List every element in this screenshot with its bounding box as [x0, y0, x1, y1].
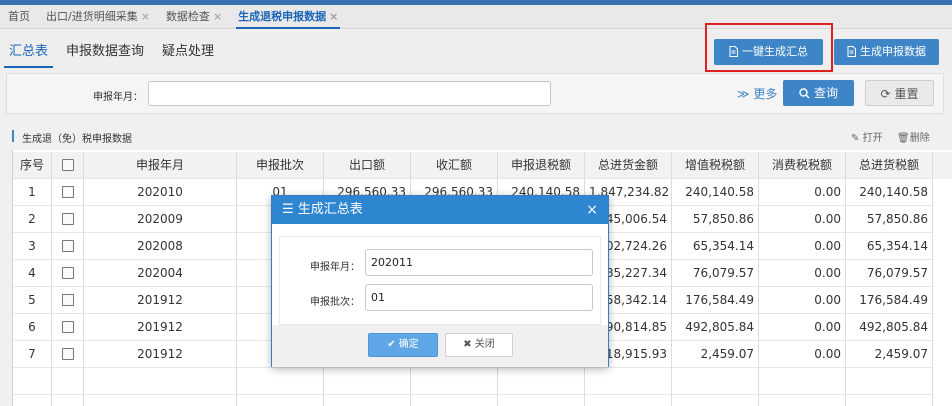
batch-field[interactable]: 01: [365, 284, 593, 311]
year-month-field[interactable]: 202011: [365, 249, 593, 276]
close-button[interactable]: ✖ 关闭: [445, 333, 513, 357]
button-label: 关闭: [474, 339, 495, 350]
menu-icon: ☰: [282, 202, 294, 217]
dialog-title: 生成汇总表: [297, 202, 363, 217]
confirm-button[interactable]: ✔ 确定: [368, 333, 438, 357]
dialog-title-bar: ☰ 生成汇总表 ×: [272, 196, 608, 224]
batch-label: 申报批次：: [310, 297, 360, 308]
app-window: { "tabs": [ {"label": "首页", "closable": …: [0, 0, 952, 406]
close-icon: ✖: [463, 339, 472, 350]
modal-overlay: ☰ 生成汇总表 × 申报年月： 202011 申报批次： 01 ✔ 确定 ✖ 关…: [0, 0, 952, 406]
year-month-label: 申报年月：: [310, 262, 360, 273]
dialog-footer: ✔ 确定 ✖ 关闭: [272, 325, 608, 367]
close-icon[interactable]: ×: [586, 196, 598, 224]
button-label: 确定: [398, 339, 419, 350]
dialog-form: 申报年月： 202011 申报批次： 01: [279, 236, 601, 325]
check-icon: ✔: [387, 339, 396, 350]
generate-summary-dialog: ☰ 生成汇总表 × 申报年月： 202011 申报批次： 01 ✔ 确定 ✖ 关…: [271, 195, 609, 367]
